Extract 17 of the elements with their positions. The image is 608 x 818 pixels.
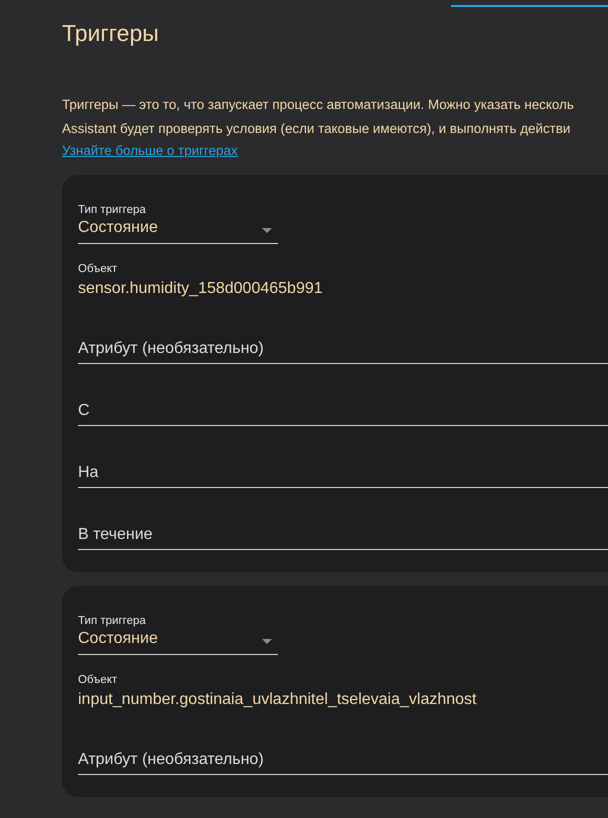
input-field[interactable]: Атрибут (необязательно): [78, 336, 608, 364]
input-field[interactable]: В течение: [78, 522, 608, 550]
entity-field[interactable]: input_number.gostinaia_uvlazhnitel_tselevaia_vlazhnost: [78, 687, 608, 713]
entity-field[interactable]: sensor.humidity_158d000465b991: [78, 276, 608, 302]
input-field[interactable]: На: [78, 460, 608, 488]
trigger-type-select[interactable]: Тип триггера Состояние: [78, 203, 278, 244]
caret-icon: [262, 228, 272, 233]
section-title: Триггеры: [62, 19, 159, 48]
description-text: Триггеры — это то, что запускает процесс автоматизации. Можно указать несколь: [62, 96, 575, 114]
caret-icon: [262, 639, 272, 644]
learn-more-link[interactable]: Узнайте больше о триггерах: [62, 141, 238, 161]
input-field[interactable]: С: [78, 398, 608, 426]
description-text: Assistant будет проверять условия (если таковые имеются), и выполнять действи: [62, 120, 572, 138]
input-field[interactable]: Атрибут (необязательно): [78, 747, 608, 775]
field-label: Объект: [78, 262, 118, 276]
field-label: Объект: [78, 673, 118, 687]
trigger-type-select[interactable]: Тип триггера Состояние: [78, 614, 278, 655]
